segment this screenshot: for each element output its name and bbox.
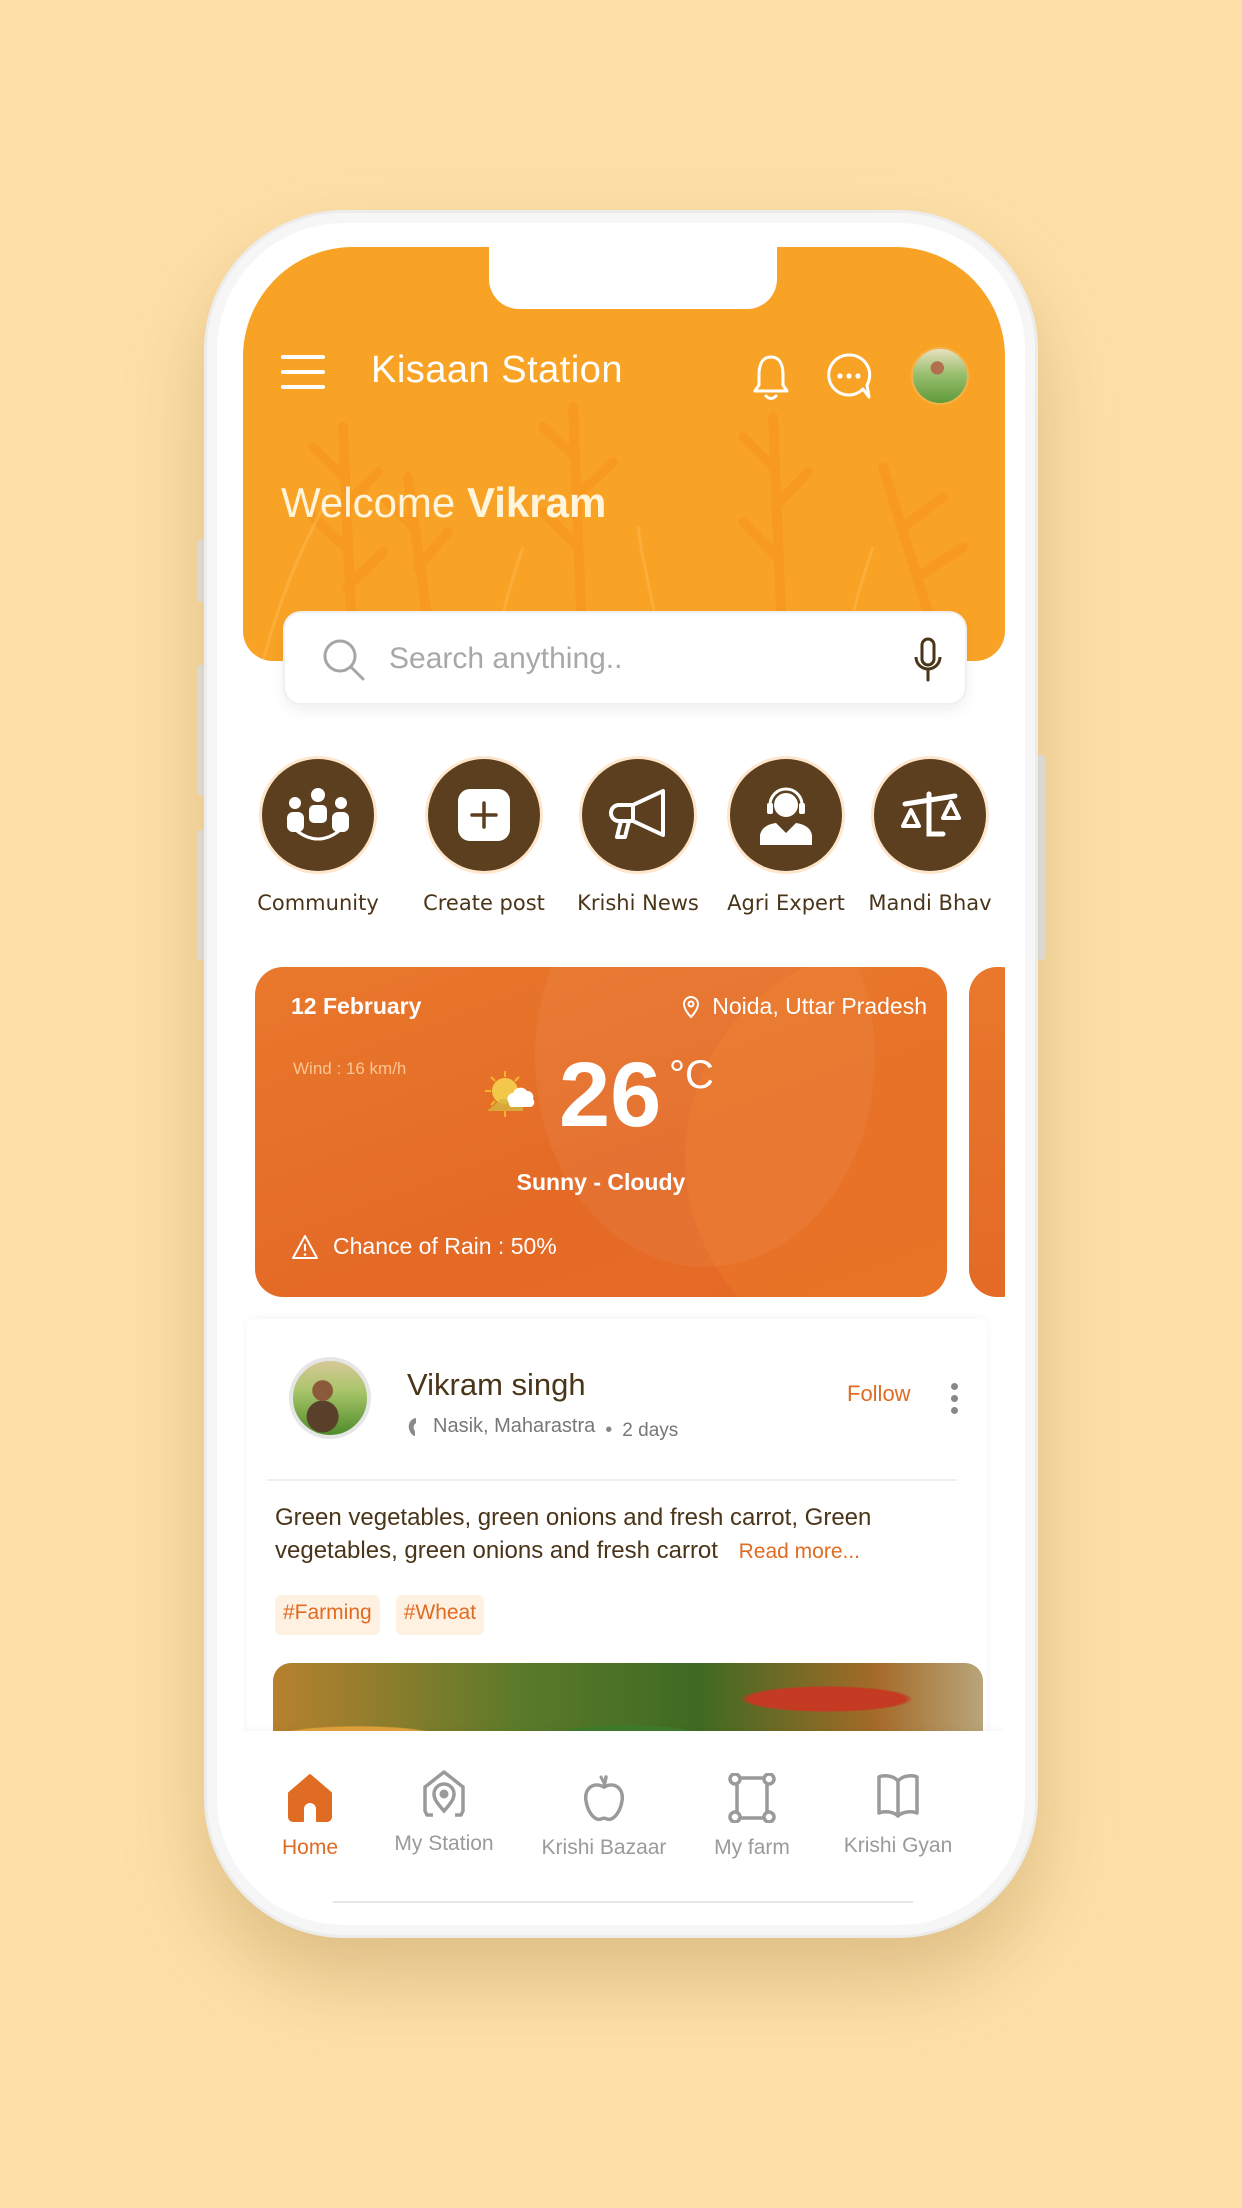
divider: [267, 1479, 957, 1481]
quick-action-label: Agri Expert: [727, 891, 845, 915]
nav-my-station[interactable]: My Station: [369, 1769, 519, 1856]
sunny-cloudy-icon: [485, 1071, 535, 1117]
phone-power-button: [1037, 755, 1045, 960]
quick-action-label: Mandi Bhav: [868, 891, 992, 915]
nav-krishi-gyan[interactable]: Krishi Gyan: [823, 1771, 973, 1858]
app-screen: Kisaan Station Welcome Vikram Search any…: [243, 247, 1005, 1905]
tag-chip[interactable]: #Wheat: [395, 1595, 485, 1635]
nav-my-farm[interactable]: My farm: [677, 1772, 827, 1860]
app-header: Kisaan Station Welcome Vikram: [243, 247, 1005, 661]
feed-post: Vikram singh Nasik, Maharastra • 2 days …: [247, 1319, 987, 1783]
menu-icon[interactable]: [281, 355, 325, 391]
search-icon: [323, 639, 365, 681]
chat-icon[interactable]: [825, 351, 873, 401]
app-title: Kisaan Station: [371, 349, 624, 391]
quick-action-create-post[interactable]: Create post: [409, 759, 559, 915]
rain-chance: Chance of Rain : 50%: [291, 1233, 557, 1260]
read-more-link[interactable]: Read more...: [739, 1540, 860, 1563]
separator-dot: •: [605, 1419, 613, 1441]
microphone-icon[interactable]: [913, 637, 943, 683]
plus-square-icon: [428, 759, 540, 871]
nav-label: Krishi Bazaar: [541, 1836, 667, 1859]
follow-button[interactable]: Follow: [847, 1381, 911, 1407]
station-icon: [423, 1770, 465, 1817]
quick-action-label: Community: [257, 891, 379, 915]
nav-label: Home: [281, 1836, 339, 1859]
next-weather-card[interactable]: [969, 967, 1005, 1297]
weather-wind: Wind : 16 km/h: [293, 1059, 407, 1078]
location-pin-icon: [683, 995, 700, 1018]
tag-chip[interactable]: #Farming: [275, 1595, 380, 1635]
welcome-prefix: Welcome: [281, 479, 456, 526]
post-text: Green vegetables, green onions and fresh…: [275, 1501, 955, 1568]
quick-action-label: Create post: [423, 891, 545, 915]
post-meta: Nasik, Maharastra • 2 days: [407, 1411, 678, 1442]
home-indicator: [333, 1901, 913, 1903]
weather-date: 12 February: [291, 993, 422, 1019]
bell-icon[interactable]: [751, 353, 791, 403]
weather-temperature: 26: [559, 1044, 662, 1146]
post-author-avatar[interactable]: [289, 1357, 371, 1439]
weather-location-text: Noida, Uttar Pradesh: [712, 993, 927, 1019]
quick-action-mandi-bhav[interactable]: Mandi Bhav: [855, 759, 1005, 915]
profile-avatar[interactable]: [911, 347, 969, 405]
nav-krishi-bazaar[interactable]: Krishi Bazaar: [529, 1773, 679, 1860]
scale-icon: [874, 759, 986, 871]
location-icon: [408, 1417, 416, 1436]
weather-unit: °C: [669, 1053, 714, 1097]
apple-icon: [584, 1775, 624, 1822]
weather-condition: Sunny - Cloudy: [516, 1169, 686, 1195]
weather-location[interactable]: Noida, Uttar Pradesh: [682, 993, 927, 1020]
quick-action-krishi-news[interactable]: Krishi News: [563, 759, 713, 915]
weather-card[interactable]: 12 February Noida, Uttar Pradesh Wind : …: [255, 967, 947, 1297]
warning-icon: [292, 1234, 318, 1259]
nav-label: Krishi Gyan: [843, 1834, 953, 1857]
nav-label: My farm: [714, 1836, 790, 1859]
search-input[interactable]: [389, 635, 869, 683]
megaphone-icon: [582, 759, 694, 871]
post-time: 2 days: [622, 1419, 679, 1441]
bottom-navigation: Home My Station Krishi Bazaar My farm Kr…: [243, 1731, 1005, 1905]
quick-action-community[interactable]: Community: [243, 759, 393, 915]
post-tags: #Farming #Wheat: [275, 1595, 485, 1635]
quick-action-label: Krishi News: [577, 891, 699, 915]
wheat-background-illustration: [261, 402, 968, 661]
post-author-name[interactable]: Vikram singh: [407, 1367, 586, 1403]
user-name: Vikram: [466, 479, 607, 526]
quick-actions: Community Create post Krishi News Agri E…: [243, 759, 1005, 915]
phone-notch: [489, 247, 777, 309]
quick-action-agri-expert[interactable]: Agri Expert: [711, 759, 861, 915]
search-bar[interactable]: [283, 611, 967, 705]
post-location: Nasik, Maharastra: [433, 1415, 596, 1437]
more-options-icon[interactable]: [951, 1383, 961, 1419]
home-icon: [288, 1774, 332, 1822]
farm-boundary-icon: [728, 1772, 776, 1824]
community-icon: [262, 759, 374, 871]
welcome-message: Welcome Vikram: [281, 479, 606, 527]
nav-label: My Station: [394, 1832, 494, 1855]
nav-home[interactable]: Home: [243, 1773, 385, 1860]
headset-person-icon: [730, 759, 842, 871]
phone-frame: Kisaan Station Welcome Vikram Search any…: [204, 210, 1038, 1938]
rain-chance-text: Chance of Rain : 50%: [333, 1233, 557, 1259]
book-icon: [877, 1774, 919, 1818]
